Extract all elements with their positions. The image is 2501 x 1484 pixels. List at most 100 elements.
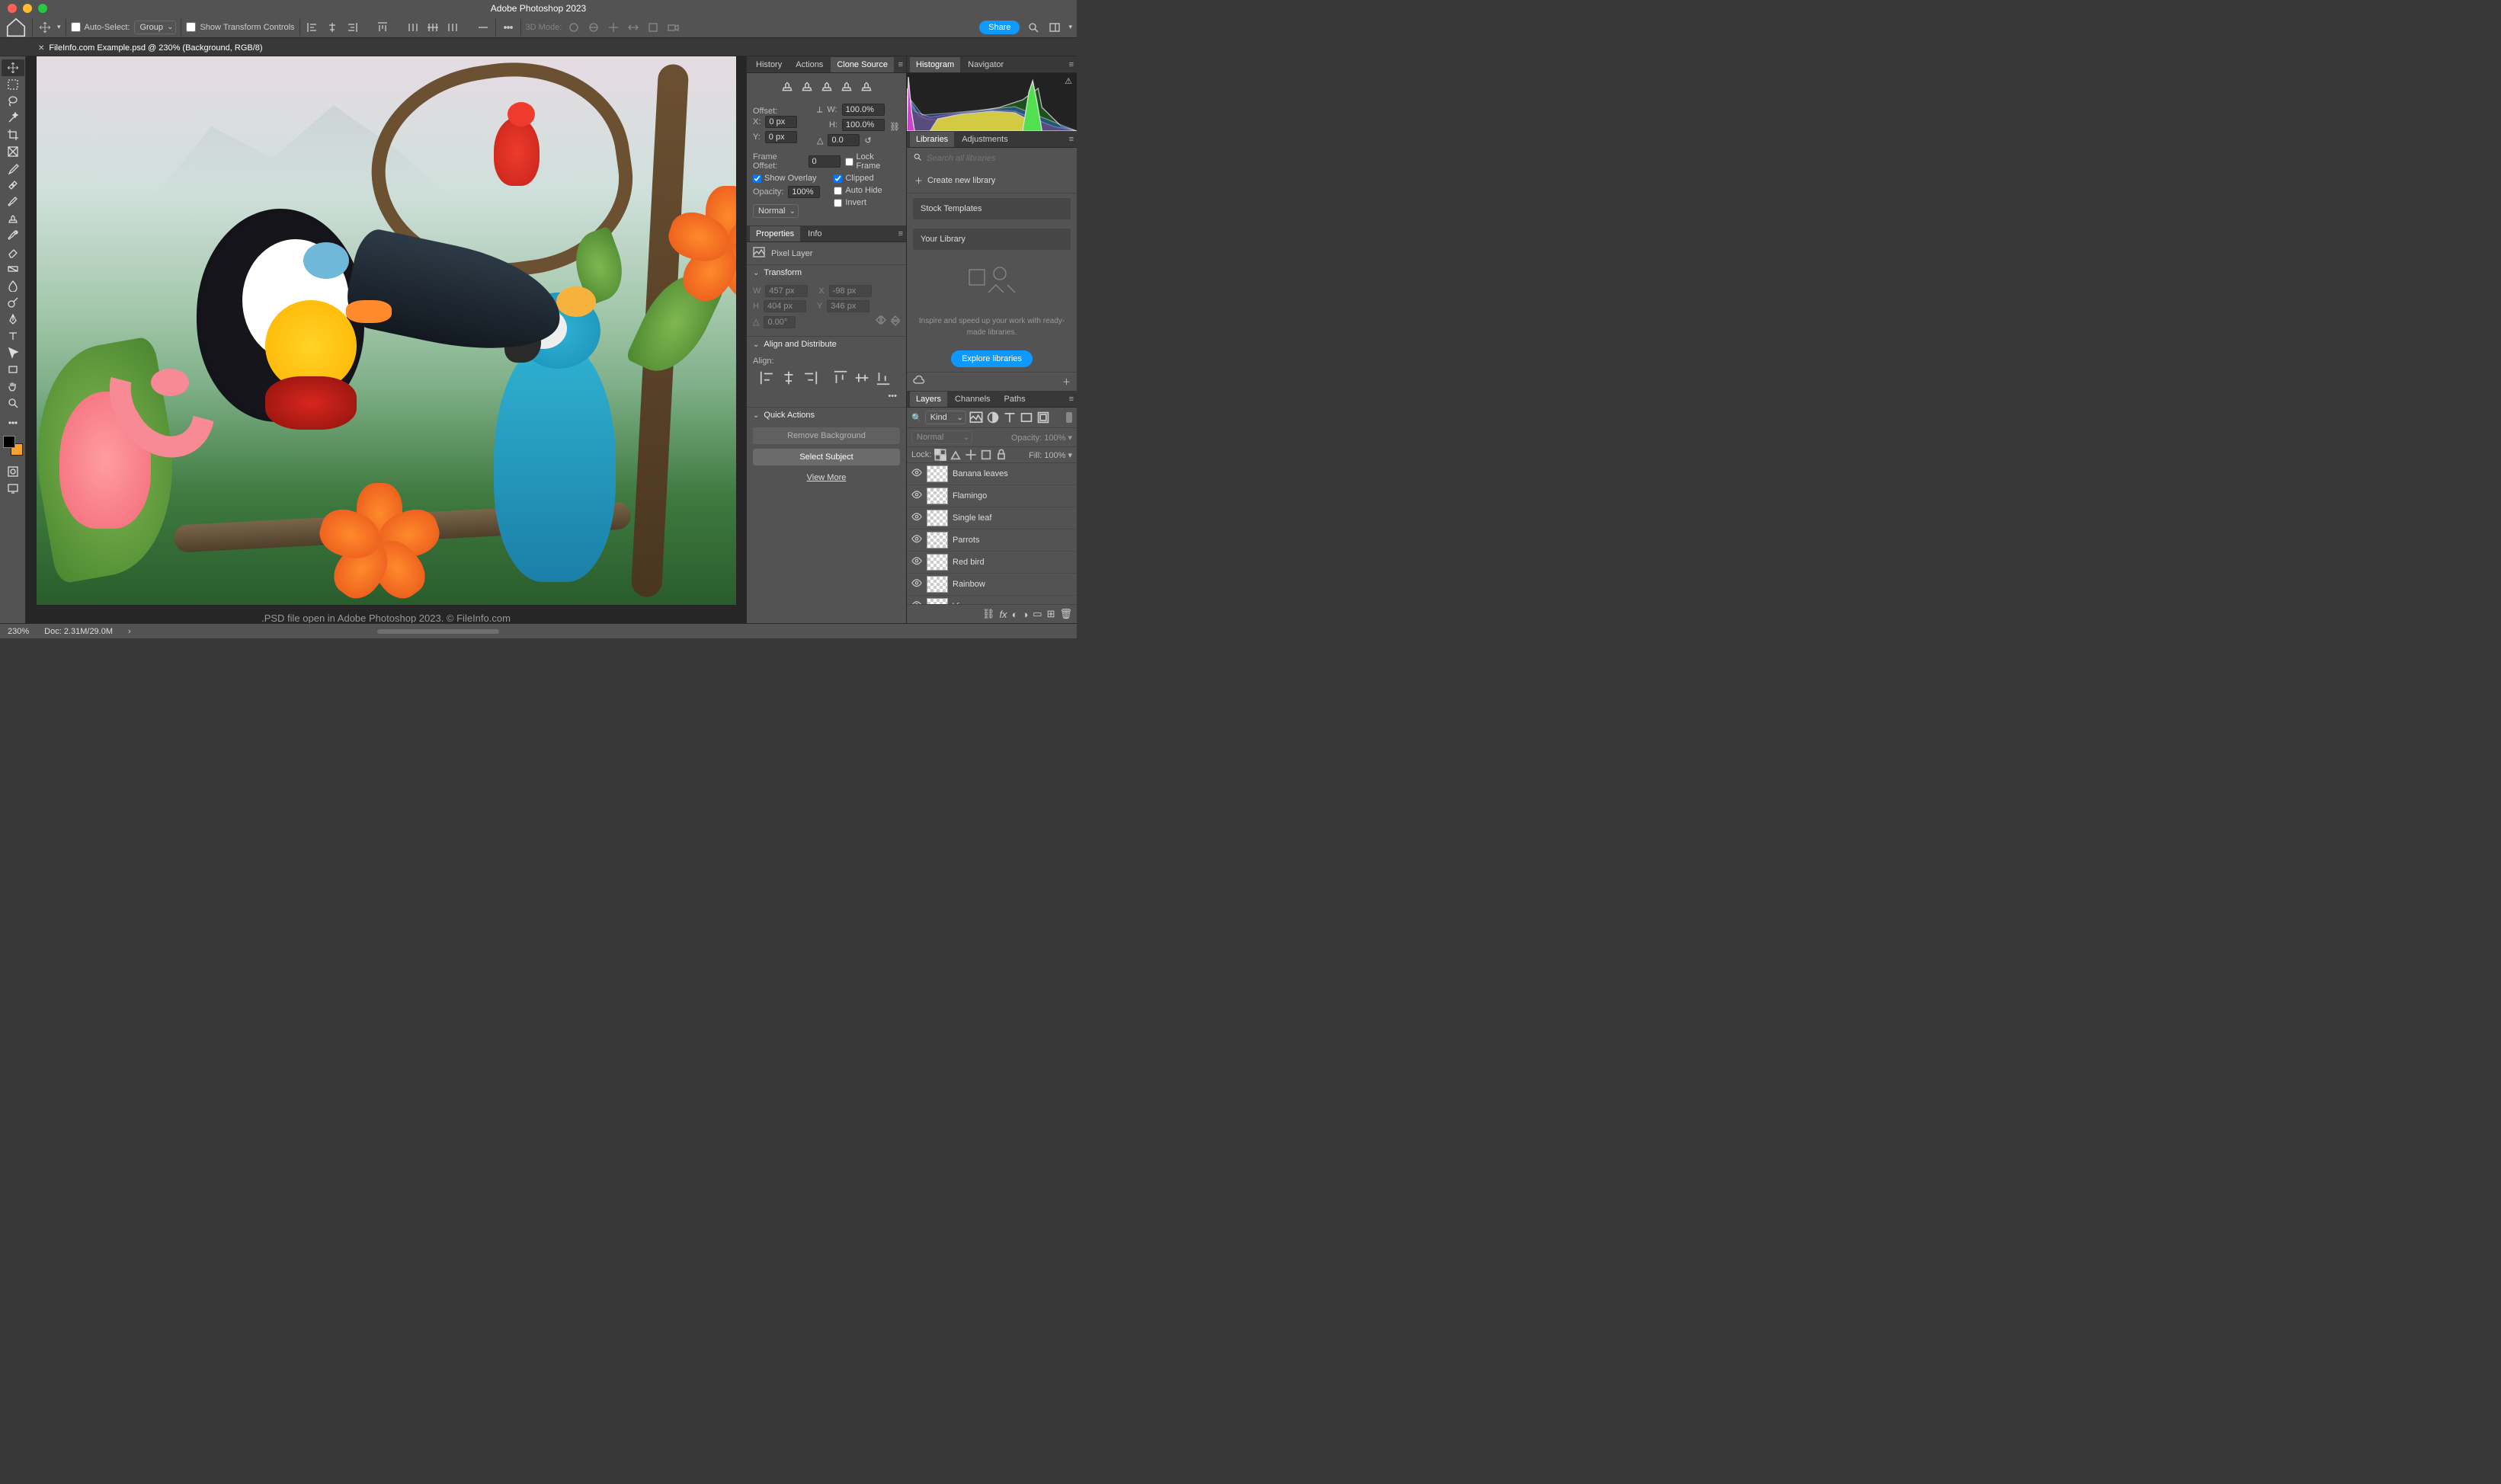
quick-actions-header[interactable]: Quick Actions — [747, 407, 906, 423]
workspace-icon[interactable] — [1047, 20, 1062, 35]
add-library-icon[interactable]: ＋ — [1062, 376, 1071, 388]
lock-artboard-icon[interactable] — [980, 449, 992, 460]
clipped-checkbox[interactable]: Clipped — [834, 174, 882, 183]
remove-background-button[interactable]: Remove Background — [753, 427, 900, 444]
foreground-color-swatch[interactable] — [3, 436, 15, 448]
share-button[interactable]: Share — [979, 21, 1020, 34]
layer-thumbnail[interactable] — [927, 598, 948, 604]
clone-source-5-icon[interactable] — [860, 79, 873, 93]
layer-thumbnail[interactable] — [927, 532, 948, 549]
color-swatches[interactable] — [3, 436, 23, 456]
align-left-icon[interactable] — [305, 20, 320, 35]
quick-mask-icon[interactable] — [2, 463, 24, 480]
auto-select-checkbox[interactable]: Auto-Select: — [71, 22, 130, 32]
pen-tool[interactable] — [2, 311, 24, 328]
lock-image-icon[interactable] — [949, 449, 962, 460]
clone-source-3-icon[interactable] — [820, 79, 834, 93]
panel-menu-icon[interactable]: ≡ — [1069, 135, 1074, 144]
lasso-tool[interactable] — [2, 93, 24, 110]
tab-properties[interactable]: Properties — [750, 226, 800, 241]
align-top-icon[interactable] — [375, 20, 390, 35]
reset-transform-icon[interactable]: ↺ — [864, 136, 871, 146]
more-options-icon[interactable]: ••• — [888, 392, 897, 401]
cloud-sync-icon[interactable] — [913, 376, 925, 388]
clone-source-4-icon[interactable] — [840, 79, 853, 93]
rectangle-tool[interactable] — [2, 361, 24, 378]
lock-all-icon[interactable] — [995, 449, 1007, 460]
magic-wand-tool[interactable] — [2, 110, 24, 126]
blend-mode-select[interactable]: Normal — [911, 430, 972, 444]
tab-clone-source[interactable]: Clone Source — [831, 57, 894, 72]
new-fill-layer-icon[interactable]: ◑ — [1022, 609, 1028, 620]
visibility-icon[interactable] — [911, 579, 922, 590]
link-wh-icon[interactable]: ⟂ — [817, 105, 822, 115]
clone-source-2-icon[interactable] — [800, 79, 814, 93]
visibility-icon[interactable] — [911, 535, 922, 545]
move-tool[interactable] — [2, 59, 24, 76]
offset-y-input[interactable] — [765, 131, 797, 143]
more-options-icon[interactable] — [501, 20, 516, 35]
eyedropper-tool[interactable] — [2, 160, 24, 177]
flip-vertical-icon[interactable] — [891, 315, 900, 328]
align-center-h-icon[interactable] — [325, 20, 340, 35]
close-window-button[interactable] — [8, 4, 17, 13]
marquee-tool[interactable] — [2, 76, 24, 93]
frame-tool[interactable] — [2, 143, 24, 160]
transform-angle-input[interactable] — [764, 316, 796, 328]
align-horizontal-centers-icon[interactable] — [780, 370, 797, 385]
transform-section-header[interactable]: Transform — [747, 264, 906, 280]
library-search-input[interactable] — [927, 154, 1071, 163]
align-section-header[interactable]: Align and Distribute — [747, 336, 906, 352]
panel-menu-icon[interactable]: ≡ — [898, 229, 903, 238]
chevron-down-icon[interactable]: ▾ — [1068, 23, 1072, 31]
maximize-window-button[interactable] — [38, 4, 47, 13]
layer-row[interactable]: Single leaf — [907, 507, 1077, 529]
invert-checkbox[interactable]: Invert — [834, 198, 882, 207]
tab-histogram[interactable]: Histogram — [910, 57, 960, 72]
chevron-down-icon[interactable]: ▾ — [57, 23, 61, 31]
edit-toolbar-icon[interactable] — [2, 414, 24, 431]
layer-row[interactable]: Red bird — [907, 552, 1077, 574]
visibility-icon[interactable] — [911, 513, 922, 523]
more-align-icon[interactable] — [476, 20, 491, 35]
show-transform-checkbox[interactable]: Show Transform Controls — [186, 22, 294, 32]
lock-transparency-icon[interactable] — [934, 449, 946, 460]
screen-mode-icon[interactable] — [2, 480, 24, 497]
dodge-tool[interactable] — [2, 294, 24, 311]
move-tool-icon[interactable] — [37, 20, 53, 35]
panel-menu-icon[interactable]: ≡ — [1069, 60, 1074, 69]
filter-smart-icon[interactable] — [1036, 411, 1050, 424]
transform-h-input[interactable] — [764, 300, 806, 312]
panel-menu-icon[interactable]: ≡ — [898, 60, 903, 69]
gradient-tool[interactable] — [2, 261, 24, 277]
layer-thumbnail[interactable] — [927, 576, 948, 593]
tab-channels[interactable]: Channels — [949, 392, 996, 407]
history-brush-tool[interactable] — [2, 227, 24, 244]
new-layer-icon[interactable]: ⊞ — [1047, 608, 1055, 620]
layer-style-icon[interactable]: fx — [999, 609, 1007, 620]
hand-tool[interactable] — [2, 378, 24, 395]
panel-menu-icon[interactable]: ≡ — [1069, 395, 1074, 404]
filter-kind-select[interactable]: Kind — [925, 411, 966, 424]
canvas[interactable] — [26, 56, 746, 605]
distribute-left-icon[interactable] — [405, 20, 421, 35]
layer-row[interactable]: Rainbow — [907, 574, 1077, 596]
lock-frame-checkbox[interactable]: Lock Frame — [845, 152, 900, 171]
tab-libraries[interactable]: Libraries — [910, 132, 954, 147]
transform-x-input[interactable] — [829, 285, 872, 297]
histogram-warning-icon[interactable]: ⚠ — [1065, 76, 1072, 86]
tab-info[interactable]: Info — [802, 226, 828, 241]
layer-row[interactable]: Flamingo — [907, 485, 1077, 507]
close-tab-icon[interactable]: ✕ — [38, 44, 44, 53]
tab-paths[interactable]: Paths — [998, 392, 1032, 407]
zoom-tool[interactable] — [2, 395, 24, 411]
align-vertical-centers-icon[interactable] — [853, 370, 870, 385]
filter-pixel-icon[interactable] — [969, 411, 983, 424]
tab-navigator[interactable]: Navigator — [962, 57, 1010, 72]
layer-row[interactable]: Banana leaves — [907, 463, 1077, 485]
horizontal-scrollbar[interactable] — [377, 629, 499, 634]
crop-tool[interactable] — [2, 126, 24, 143]
align-left-edges-icon[interactable] — [759, 370, 776, 385]
visibility-icon[interactable] — [911, 469, 922, 479]
home-button[interactable] — [5, 18, 27, 37]
